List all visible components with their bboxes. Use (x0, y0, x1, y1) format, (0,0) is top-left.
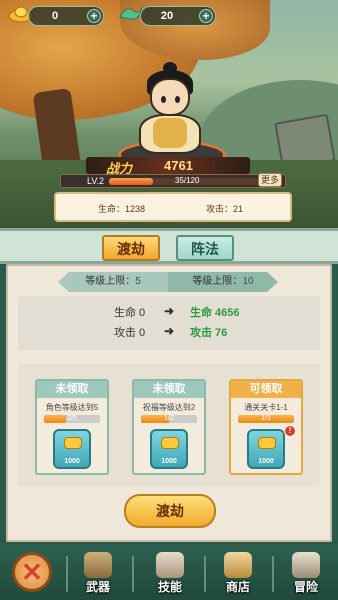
exp-fill (109, 178, 154, 185)
nav-divider (272, 556, 274, 592)
hero-eye-left (161, 96, 166, 103)
add-gold-button[interactable]: + (87, 9, 101, 23)
arrow-right-icon: ➜ (164, 324, 175, 338)
atk-compare-row: 攻击 0 ➜ 攻击 76 (18, 322, 320, 340)
nav-weapon-label: 武器 (85, 580, 110, 594)
gold-reward-item: 1000 (53, 429, 91, 469)
hero-robe (153, 118, 187, 148)
nav-adventure[interactable]: 冒险 (282, 552, 330, 596)
gold-value: 0 (51, 10, 59, 22)
hp-from: 生命 0 (114, 307, 146, 319)
next-level-limit: 等级上限：10 (168, 272, 278, 292)
weapon-icon (84, 552, 112, 578)
reward-status: 未领取 (37, 381, 107, 398)
tab-bar: 渡劫 阵法 (0, 228, 338, 264)
level-limit-banner: 等级上限：5 等级上限：10 (58, 272, 278, 292)
level-bar: LV.2 35/120 (60, 174, 286, 188)
more-button[interactable]: 更多 (258, 173, 282, 187)
gold-reward-item: 1000 (150, 429, 188, 469)
stat-comparison: 生命 0 ➜ 生命 4656 攻击 0 ➜ 攻击 76 (18, 296, 320, 350)
close-icon: ✕ (21, 557, 43, 587)
nav-skill-label: 技能 (157, 580, 182, 594)
alert-badge: ! (284, 425, 296, 437)
exp-text: 35/120 (175, 176, 200, 185)
gold-ingot-icon (258, 437, 276, 449)
hero-eye-right (175, 96, 180, 103)
arrow-right-icon: ➜ (164, 304, 175, 318)
gold-ingot-icon (64, 437, 82, 449)
dujie-button[interactable]: 渡劫 (124, 494, 216, 528)
nav-adventure-label: 冒险 (293, 580, 318, 594)
jade-value: 20 (160, 10, 174, 22)
shop-icon (224, 552, 252, 578)
gold-reward-item: 1000 (247, 429, 285, 469)
tab-zhenfa[interactable]: 阵法 (176, 235, 234, 261)
reward-condition: 角色等级达到5 (45, 403, 99, 412)
hp-to: 生命 4656 (190, 307, 240, 319)
add-jade-button[interactable]: + (199, 9, 213, 23)
hero-face (150, 78, 190, 116)
reward-amount: 1000 (161, 458, 177, 465)
reward-condition: 祝福等级达到2 (142, 403, 196, 412)
atk-stat: 攻击：21 (206, 204, 244, 214)
atk-to: 攻击 76 (190, 327, 228, 339)
gold-counter: 0 + (28, 6, 104, 26)
reward-amount: 1000 (258, 458, 274, 465)
current-limit-label: 等级上限： (85, 276, 136, 287)
skill-icon (156, 552, 184, 578)
reward-amount: 1000 (64, 458, 80, 465)
reward-progress-text: 1/2 (164, 415, 174, 422)
combat-power-banner: 战力 4761 (86, 157, 250, 176)
nav-shop-label: 商店 (225, 580, 250, 594)
reward-card-claimable[interactable]: 可领取 通关关卡1-1 1/1 1000 ! (229, 379, 303, 475)
nav-shop[interactable]: 商店 (214, 552, 262, 596)
nav-divider (66, 556, 68, 592)
reward-progress-text: 2/5 (67, 415, 77, 422)
combat-power-value: 4761 (164, 158, 193, 173)
tab-dujie[interactable]: 渡劫 (102, 235, 160, 261)
next-limit-label: 等级上限： (192, 276, 243, 287)
hero-character[interactable] (133, 62, 207, 156)
atk-from: 攻击 0 (114, 327, 146, 339)
level-label: LV.2 (87, 176, 105, 186)
nav-weapon[interactable]: 武器 (74, 552, 122, 596)
nav-divider (204, 556, 206, 592)
nav-divider (132, 556, 134, 592)
jade-counter: 20 + (140, 6, 216, 26)
current-limit-value: 5 (135, 276, 141, 287)
hero-stats-card: 生命：1238 攻击：21 (54, 192, 292, 222)
reward-progress-text: 1/1 (261, 415, 271, 422)
reward-status: 可领取 (231, 381, 301, 398)
hp-stat: 生命：1238 (98, 204, 146, 214)
adventure-icon (292, 552, 320, 578)
current-level-limit: 等级上限：5 (58, 272, 168, 292)
nav-skill[interactable]: 技能 (146, 552, 194, 596)
close-button[interactable]: ✕ (12, 552, 52, 592)
hp-compare-row: 生命 0 ➜ 生命 4656 (18, 302, 320, 320)
gold-ingot-icon (161, 437, 179, 449)
reward-condition: 通关关卡1-1 (244, 403, 288, 412)
reward-card[interactable]: 未领取 祝福等级达到2 1/2 1000 (132, 379, 206, 475)
reward-card[interactable]: 未领取 角色等级达到5 2/5 1000 (35, 379, 109, 475)
reward-status: 未领取 (134, 381, 204, 398)
next-limit-value: 10 (242, 276, 254, 287)
